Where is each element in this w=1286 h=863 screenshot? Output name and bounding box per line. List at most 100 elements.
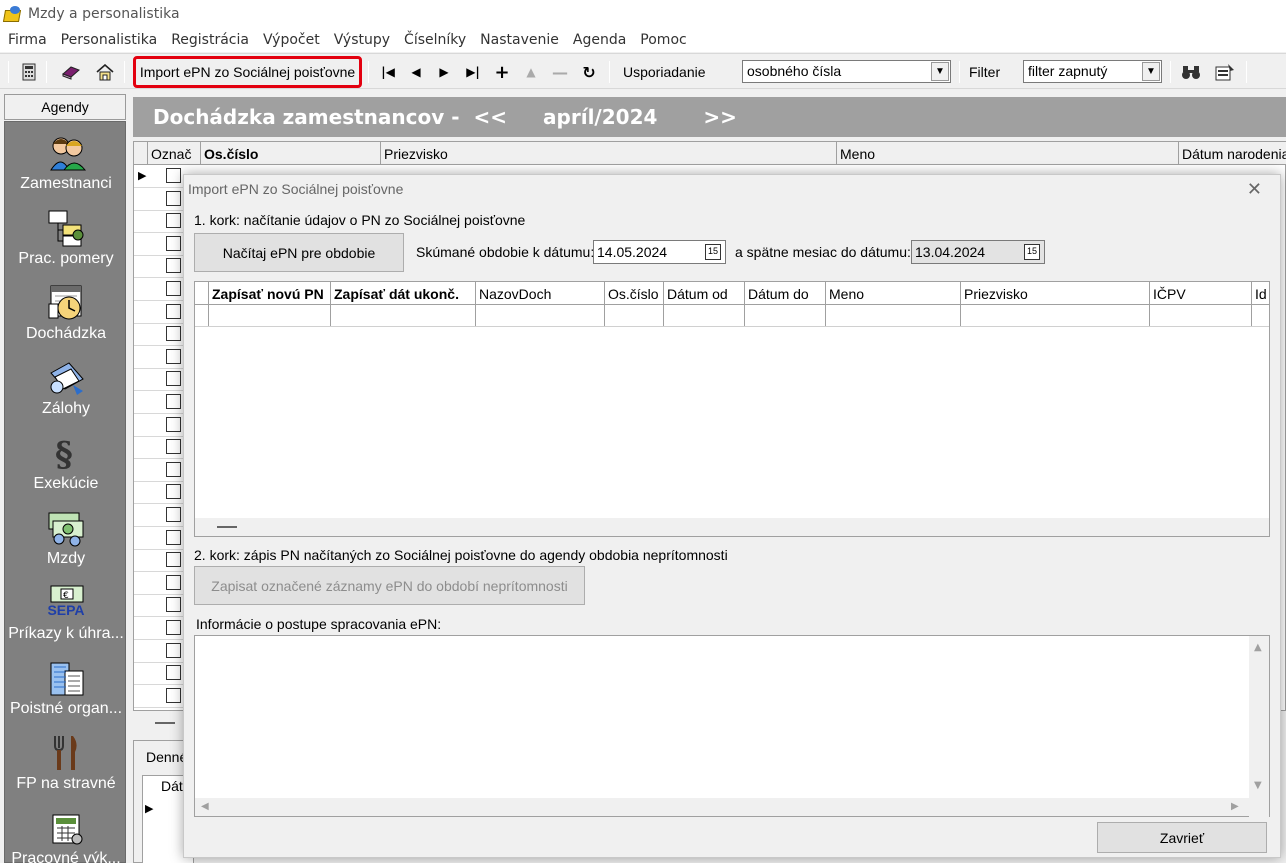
column-id[interactable]: Id [1252,282,1269,304]
menu-vypocet[interactable]: Výpočet [257,32,328,48]
next-record-icon[interactable]: ▶ [434,63,454,81]
row-checkbox[interactable] [166,168,181,183]
sidebar-item-poistne[interactable]: Poistné organ... [5,657,127,732]
sidebar-item-dochadzka[interactable]: Dochádzka [5,282,127,357]
table-row[interactable] [195,305,1269,327]
row-checkbox[interactable] [166,461,181,477]
import-epn-button[interactable]: Import ePN zo Sociálnej poisťovne [133,56,362,88]
row-checkbox[interactable] [166,529,181,545]
last-record-icon[interactable]: ▶| [463,63,483,81]
row-checkbox[interactable] [166,235,181,251]
column-nazovdoch[interactable]: NazovDoch [476,282,605,304]
scroll-up-icon[interactable]: ▲ [1254,642,1262,653]
row-checkbox[interactable] [166,507,181,522]
sidebar-item-fp-stravne[interactable]: FP na stravné [5,732,127,807]
row-checkbox[interactable] [166,213,181,229]
menu-registracia[interactable]: Registrácia [165,32,257,48]
menu-ciselniky[interactable]: Číselníky [398,32,474,48]
row-checkbox[interactable] [166,665,181,681]
column-meno[interactable]: Meno [837,142,1179,165]
column-oscislo[interactable]: Os.číslo [201,142,381,165]
row-checkbox[interactable] [166,416,181,432]
sidebar-item-mzdy[interactable]: Mzdy [5,507,127,582]
menu-firma[interactable]: Firma [2,32,55,48]
row-checkbox[interactable] [166,394,181,409]
load-epn-button[interactable]: Načítaj ePN pre obdobie [194,233,404,272]
filter-select[interactable]: filter zapnutý ▼ [1023,60,1162,83]
menu-pomoc[interactable]: Pomoc [634,32,694,48]
column-priezvisko[interactable]: Priezvisko [961,282,1150,304]
table-cell[interactable] [1150,305,1252,326]
move-up-icon[interactable]: ▲ [521,63,541,81]
info-hscroll[interactable]: ◀ ▶ [195,798,1251,816]
chevron-down-icon[interactable]: ▼ [1142,62,1160,81]
column-datum-do[interactable]: Dátum do [745,282,826,304]
row-checkbox[interactable] [166,190,181,206]
column-zapisat-novu-pn[interactable]: Zapísať novú PN [209,282,331,304]
calendar-icon[interactable]: 15 [705,244,721,260]
refresh-icon[interactable]: ↻ [579,63,599,82]
sort-select[interactable]: osobného čísla ▼ [742,60,951,83]
column-meno[interactable]: Meno [826,282,961,304]
column-zapisat-dat-ukonc[interactable]: Zapísať dát ukonč. [331,282,476,304]
calculator-icon[interactable] [18,62,40,82]
settings-icon[interactable] [1214,62,1236,82]
delete-record-icon[interactable]: — [550,63,570,82]
table-cell[interactable] [331,305,476,326]
home-icon[interactable] [94,62,116,82]
close-icon[interactable]: ✕ [1247,179,1262,200]
sidebar-item-zalohy[interactable]: Zálohy [5,357,127,432]
column-priezvisko[interactable]: Priezvisko [381,142,837,165]
grid-hscroll[interactable] [133,712,183,736]
row-checkbox[interactable] [166,439,181,455]
chevron-down-icon[interactable]: ▼ [931,62,949,81]
sidebar-item-zamestnanci[interactable]: Zamestnanci [5,132,127,207]
next-period-button[interactable]: >> [703,105,737,129]
menu-personalistika[interactable]: Personalistika [55,32,166,48]
menu-nastavenie[interactable]: Nastavenie [474,32,567,48]
sidebar-item-pracovne-vykazy[interactable]: Pracovné výk... [5,807,127,863]
row-checkbox[interactable] [166,687,181,703]
column-icpv[interactable]: IČPV [1150,282,1252,304]
scroll-down-icon[interactable]: ▼ [1254,780,1262,791]
sidebar-item-prikazy[interactable]: € SEPA Príkazy k úhra... [5,582,127,657]
row-checkbox[interactable] [166,484,181,500]
row-checkbox[interactable] [166,348,181,364]
book-icon[interactable] [60,62,82,82]
prev-period-button[interactable]: << [474,105,508,129]
binoculars-icon[interactable] [1180,62,1202,82]
epn-grid-hscroll[interactable] [195,518,1269,536]
tab-denne[interactable]: Denné [146,749,187,765]
prev-record-icon[interactable]: ◀ [406,63,426,81]
row-checkbox[interactable] [166,258,181,274]
date-field[interactable]: 14.05.2024 15 [593,240,726,264]
scroll-right-icon[interactable]: ▶ [1231,801,1239,812]
table-cell[interactable] [826,305,961,326]
table-cell[interactable] [961,305,1150,326]
first-record-icon[interactable]: |◀ [378,63,398,81]
write-epn-button[interactable]: Zapisat označené záznamy ePN do období n… [194,566,585,605]
column-oscislo[interactable]: Os.číslo [605,282,664,304]
row-checkbox[interactable] [166,326,181,342]
row-checkbox[interactable] [166,620,181,635]
table-cell[interactable] [745,305,826,326]
column-oznac[interactable]: Označ [148,142,201,165]
sidebar-item-prac-pomery[interactable]: Prac. pomery [5,207,127,282]
scroll-left-icon[interactable]: ◀ [201,801,209,812]
info-vscroll[interactable]: ▲ ▼ [1249,636,1269,818]
row-checkbox[interactable] [166,371,181,387]
info-textarea[interactable]: ▲ ▼ ◀ ▶ [194,635,1270,818]
menu-agenda[interactable]: Agenda [567,32,634,48]
sidebar-item-exekucie[interactable]: § Exekúcie [5,432,127,507]
row-checkbox[interactable] [166,303,181,319]
scroll-thumb[interactable] [155,722,175,724]
row-checkbox[interactable] [166,642,181,658]
table-cell[interactable] [605,305,664,326]
table-cell[interactable] [476,305,605,326]
table-cell[interactable] [209,305,331,326]
row-checkbox[interactable] [166,574,181,590]
table-cell[interactable] [664,305,745,326]
row-checkbox[interactable] [166,597,181,613]
table-cell[interactable] [1252,305,1269,326]
row-checkbox[interactable] [166,552,181,568]
